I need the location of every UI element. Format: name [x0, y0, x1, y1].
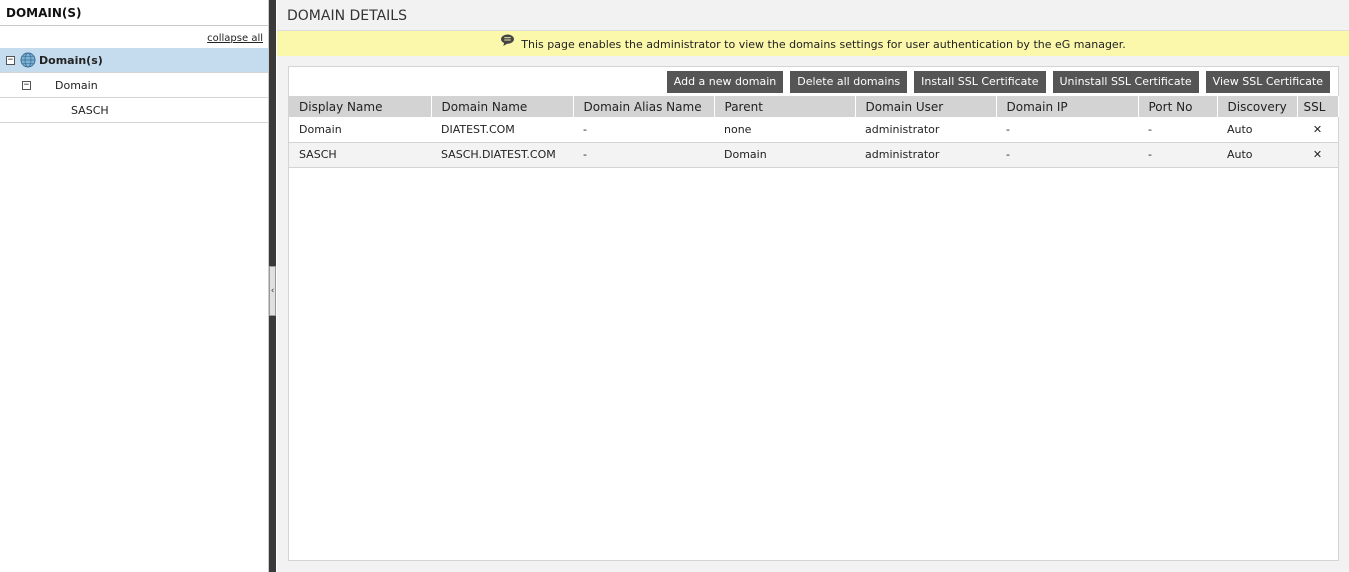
- collapse-row: collapse all: [0, 26, 268, 48]
- column-header[interactable]: Domain IP: [996, 96, 1139, 117]
- collapse-panel-arrow-icon[interactable]: ‹: [269, 266, 276, 316]
- cell-domain-name: DIATEST.COM: [431, 117, 573, 143]
- column-header[interactable]: Display Name: [289, 96, 432, 117]
- cell-domain-ip: -: [996, 117, 1138, 143]
- column-header[interactable]: Domain Name: [431, 96, 574, 117]
- tree-panel-title: DOMAIN(S): [0, 0, 268, 26]
- cell-domain-ip: -: [996, 142, 1138, 168]
- domains-table: Display Name Domain Name Domain Alias Na…: [289, 96, 1339, 168]
- domain-tree-panel: DOMAIN(S) collapse all − Domain(s) − Dom…: [0, 0, 269, 572]
- cell-domain-alias: -: [573, 117, 714, 143]
- collapse-all-link[interactable]: collapse all: [207, 33, 263, 44]
- column-header[interactable]: SSL: [1297, 96, 1339, 117]
- cell-domain-user: administrator: [855, 142, 996, 168]
- action-toolbar: Add a new domain Delete all domains Inst…: [666, 71, 1330, 93]
- collapse-toggle-icon[interactable]: −: [6, 56, 15, 65]
- column-header[interactable]: Port No: [1138, 96, 1218, 117]
- tree-node-domain[interactable]: − Domain: [0, 73, 268, 98]
- domains-table-container: Add a new domain Delete all domains Inst…: [288, 66, 1339, 561]
- domain-details-panel: DOMAIN DETAILS This page enables the adm…: [277, 0, 1349, 572]
- page-title: DOMAIN DETAILS: [277, 0, 1349, 31]
- cell-discovery: Auto: [1217, 117, 1297, 143]
- uninstall-ssl-button[interactable]: Uninstall SSL Certificate: [1052, 71, 1199, 93]
- column-header[interactable]: Domain User: [855, 96, 997, 117]
- tree-node-sasch[interactable]: SASCH: [0, 98, 268, 123]
- info-banner: This page enables the administrator to v…: [277, 31, 1349, 56]
- tree-node-domains-root[interactable]: − Domain(s): [0, 48, 268, 73]
- cell-domain-alias: -: [573, 142, 714, 168]
- install-ssl-button[interactable]: Install SSL Certificate: [914, 71, 1046, 93]
- speech-bubble-icon: [501, 34, 515, 46]
- cell-discovery: Auto: [1217, 142, 1297, 168]
- tree-node-label: SASCH: [71, 103, 109, 117]
- close-x-icon[interactable]: ✕: [1297, 142, 1338, 168]
- table-row[interactable]: Domain DIATEST.COM - none administrator …: [289, 117, 1338, 143]
- close-x-icon[interactable]: ✕: [1297, 117, 1338, 143]
- column-header[interactable]: Domain Alias Name: [573, 96, 715, 117]
- view-ssl-button[interactable]: View SSL Certificate: [1205, 71, 1330, 93]
- collapse-toggle-icon[interactable]: −: [22, 81, 31, 90]
- table-row[interactable]: SASCH SASCH.DIATEST.COM - Domain adminis…: [289, 142, 1338, 168]
- cell-display-name: SASCH: [289, 142, 431, 168]
- cell-display-name: Domain: [289, 117, 431, 143]
- column-header[interactable]: Parent: [714, 96, 856, 117]
- info-text: This page enables the administrator to v…: [521, 38, 1126, 51]
- column-header[interactable]: Discovery: [1217, 96, 1298, 117]
- add-domain-button[interactable]: Add a new domain: [666, 71, 784, 93]
- tree-node-label: Domain(s): [39, 53, 103, 67]
- cell-port-no: -: [1138, 142, 1217, 168]
- table-header-row: Display Name Domain Name Domain Alias Na…: [289, 96, 1339, 117]
- cell-domain-user: administrator: [855, 117, 996, 143]
- panel-splitter[interactable]: ‹: [269, 0, 276, 572]
- cell-parent: none: [714, 117, 855, 143]
- cell-port-no: -: [1138, 117, 1217, 143]
- tree-node-label: Domain: [55, 78, 98, 92]
- cell-domain-name: SASCH.DIATEST.COM: [431, 142, 573, 168]
- globe-icon: [20, 52, 36, 68]
- cell-parent: Domain: [714, 142, 855, 168]
- delete-all-domains-button[interactable]: Delete all domains: [790, 71, 908, 93]
